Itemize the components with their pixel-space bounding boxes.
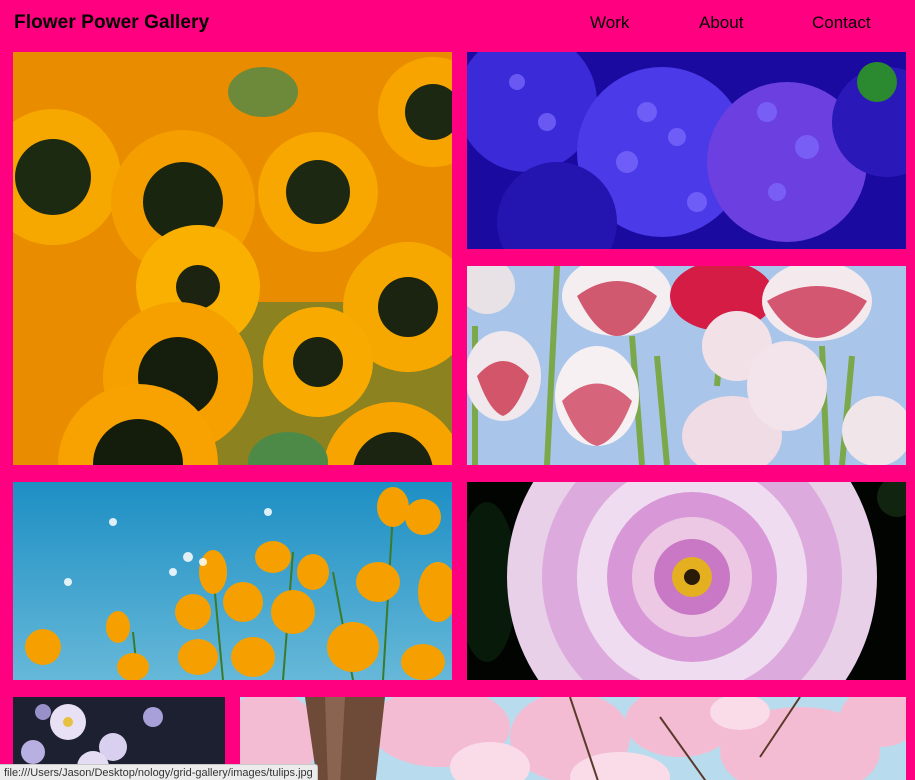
gallery-image-dahlia[interactable] <box>467 482 906 680</box>
tulips-image <box>467 266 906 465</box>
gallery-image-tulips[interactable] <box>467 266 906 465</box>
nav-link-contact[interactable]: Contact <box>812 13 871 33</box>
page: Flower Power Gallery Work About Contact <box>0 0 915 780</box>
poppies-image <box>13 482 452 680</box>
nav-link-about[interactable]: About <box>699 13 743 33</box>
cherry-blossom-image <box>240 697 906 780</box>
gallery-image-poppies[interactable] <box>13 482 452 680</box>
browser-status-bar: file:///Users/Jason/Desktop/nology/grid-… <box>0 764 318 780</box>
hydrangea-image <box>467 52 906 249</box>
site-header: Flower Power Gallery Work About Contact <box>0 0 915 50</box>
gallery-image-sunflowers[interactable] <box>13 52 452 465</box>
gallery-image-cherry-blossom[interactable] <box>240 697 906 780</box>
gallery-image-hydrangea[interactable] <box>467 52 906 249</box>
nav-link-work[interactable]: Work <box>590 13 629 33</box>
sunflowers-image <box>13 52 452 465</box>
main-nav: Work About Contact <box>0 13 915 37</box>
dahlia-image <box>467 482 906 680</box>
